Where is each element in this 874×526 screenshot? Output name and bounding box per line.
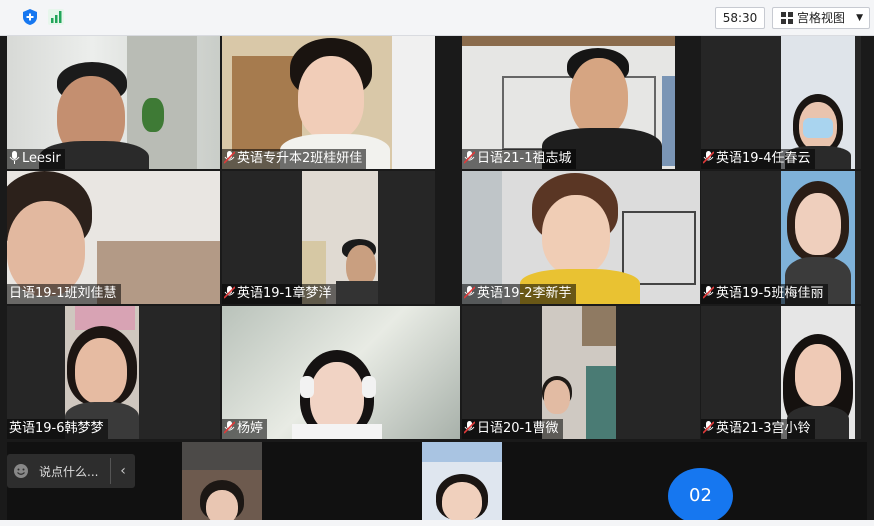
window-bottom-edge	[0, 520, 874, 526]
participant-tile[interactable]: 日语19-1班刘佳慧	[7, 171, 220, 304]
participant-name-tag: Leesir	[7, 149, 65, 169]
microphone-muted-icon	[703, 286, 714, 299]
meeting-timer: 58:30	[715, 7, 765, 29]
view-mode-dropdown[interactable]: 宫格视图 ▼	[772, 7, 870, 29]
microphone-muted-icon	[703, 151, 714, 164]
emoji-icon[interactable]	[13, 463, 29, 479]
grid-view-icon	[781, 12, 793, 24]
participant-name-tag: 杨婷	[222, 419, 268, 439]
participant-tile[interactable]: 英语19-6韩梦梦	[7, 306, 220, 439]
microphone-muted-icon	[224, 151, 235, 164]
network-signal-icon[interactable]	[47, 8, 65, 26]
participant-tile[interactable]: 英语19-2李新芋	[462, 171, 700, 304]
chevron-left-icon[interactable]: ‹	[110, 458, 135, 484]
participant-name-tag: 英语19-5班梅佳丽	[701, 284, 828, 304]
participant-name-tag: 英语19-4任春云	[701, 149, 815, 169]
participant-tile[interactable]: 英语21-3宫小铃	[701, 306, 861, 439]
participant-tile[interactable]: 英语19-5班梅佳丽	[701, 171, 861, 304]
participant-name-tag: 日语21-1祖志城	[462, 149, 576, 169]
participant-thumbnail[interactable]	[422, 442, 502, 520]
top-toolbar: 58:30 宫格视图 ▼	[0, 0, 874, 36]
participant-name-tag: 英语19-1章梦洋	[222, 284, 336, 304]
participant-tile[interactable]: 杨婷	[222, 306, 460, 439]
participant-name-tag: 日语19-1班刘佳慧	[7, 284, 121, 304]
microphone-muted-icon	[703, 421, 714, 434]
participant-name-tag: 英语19-2李新芋	[462, 284, 576, 304]
participant-thumbnail[interactable]	[182, 442, 262, 520]
view-mode-label: 宫格视图	[797, 11, 846, 25]
participant-name-tag: 英语19-6韩梦梦	[7, 419, 108, 439]
participant-name-tag: 英语专升本2班桂妍佳	[222, 149, 367, 169]
participant-tile[interactable]: 英语19-4任春云	[701, 36, 861, 169]
participant-tile[interactable]: 英语专升本2班桂妍佳	[222, 36, 435, 169]
page-indicator[interactable]: 02	[668, 468, 733, 524]
participant-tile[interactable]: 日语20-1曹微	[462, 306, 700, 439]
video-grid: Leesir 英语专升本2班桂妍佳 日语21-1祖志城 英语19-4任春云 日语…	[7, 36, 867, 441]
shield-icon[interactable]	[21, 8, 39, 26]
microphone-muted-icon	[224, 286, 235, 299]
participant-name-tag: 日语20-1曹微	[462, 419, 563, 439]
chat-input[interactable]: 说点什么... ‹	[7, 454, 135, 488]
microphone-muted-icon	[464, 151, 475, 164]
microphone-muted-icon	[464, 286, 475, 299]
microphone-muted-icon	[464, 421, 475, 434]
bottom-strip: 说点什么... ‹ 02	[7, 442, 867, 524]
participant-tile[interactable]: Leesir	[7, 36, 220, 169]
participant-name-tag: 英语21-3宫小铃	[701, 419, 815, 439]
participant-tile[interactable]: 英语19-1章梦洋	[222, 171, 435, 304]
microphone-muted-icon	[224, 421, 235, 434]
microphone-icon	[9, 151, 20, 164]
participant-tile[interactable]: 日语21-1祖志城	[462, 36, 675, 169]
chat-placeholder: 说点什么...	[39, 465, 99, 479]
chevron-down-icon: ▼	[856, 13, 863, 23]
